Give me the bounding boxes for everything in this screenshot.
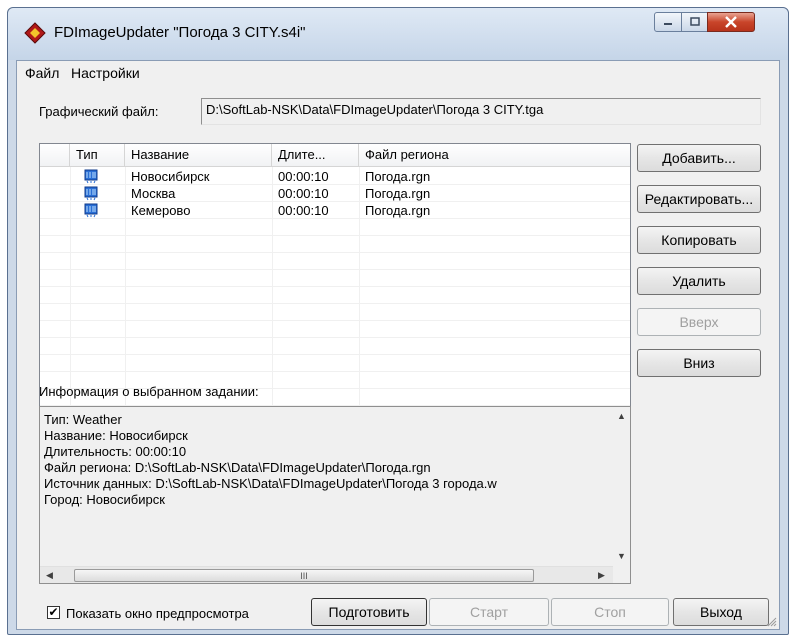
column-header-duration[interactable]: Длите... <box>272 144 359 167</box>
menu-settings[interactable]: Настройки <box>65 64 146 82</box>
info-line-data-source: Источник данных: D:\SoftLab-NSK\Data\FDI… <box>44 476 497 491</box>
add-button[interactable]: Добавить... <box>637 144 761 172</box>
app-diamond-icon <box>24 22 46 44</box>
column-header-type[interactable]: Тип <box>70 144 125 167</box>
weather-icon <box>84 203 98 218</box>
graphic-file-label: Графический файл: <box>39 104 159 119</box>
resize-grip-icon[interactable] <box>767 617 777 627</box>
task-info-textbox[interactable]: Тип: Weather Название: Новосибирск Длите… <box>39 406 631 584</box>
table-row[interactable]: Москва 00:00:10 Погода.rgn <box>40 185 630 202</box>
move-up-button[interactable]: Вверх <box>637 308 761 336</box>
weather-icon <box>84 169 98 184</box>
delete-button[interactable]: Удалить <box>637 267 761 295</box>
close-icon <box>725 16 737 28</box>
table-row[interactable]: Новосибирск 00:00:10 Погода.rgn <box>40 168 630 185</box>
title-bar[interactable]: FDImageUpdater "Погода 3 CITY.s4i" <box>8 8 788 60</box>
info-line-name: Название: Новосибирск <box>44 428 188 443</box>
scroll-right-arrow-icon[interactable]: ▶ <box>598 570 605 581</box>
row-region-file: Погода.rgn <box>365 203 431 218</box>
stop-button[interactable]: Стоп <box>551 598 669 626</box>
move-down-button[interactable]: Вниз <box>637 349 761 377</box>
row-duration: 00:00:10 <box>278 203 329 218</box>
row-region-file: Погода.rgn <box>365 169 431 184</box>
row-name: Кемерово <box>131 203 191 218</box>
table-row[interactable]: Кемерово 00:00:10 Погода.rgn <box>40 202 630 219</box>
edit-button[interactable]: Редактировать... <box>637 185 761 213</box>
exit-button[interactable]: Выход <box>673 598 769 626</box>
row-duration: 00:00:10 <box>278 169 329 184</box>
minimize-icon <box>664 23 672 25</box>
copy-button[interactable]: Копировать <box>637 226 761 254</box>
horizontal-scroll-thumb[interactable]: III <box>74 569 534 582</box>
app-window: FDImageUpdater "Погода 3 CITY.s4i" Файл … <box>7 7 789 635</box>
info-line-type: Тип: Weather <box>44 412 122 427</box>
prepare-button[interactable]: Подготовить <box>311 598 427 626</box>
row-name: Москва <box>131 186 176 201</box>
preview-checkbox[interactable]: ✔ <box>47 606 60 619</box>
weather-icon <box>84 186 98 201</box>
row-duration: 00:00:10 <box>278 186 329 201</box>
start-button[interactable]: Старт <box>429 598 549 626</box>
column-header-name[interactable]: Название <box>125 144 272 167</box>
window-title: FDImageUpdater "Погода 3 CITY.s4i" <box>54 24 306 41</box>
task-list-header: Тип Название Длите... Файл региона <box>40 144 630 167</box>
info-line-duration: Длительность: 00:00:10 <box>44 444 187 459</box>
horizontal-scrollbar[interactable]: ◀ III ▶ <box>40 566 615 583</box>
client-area: Файл Настройки Графический файл: D:\Soft… <box>16 60 780 630</box>
close-button[interactable] <box>707 12 755 32</box>
menu-file[interactable]: Файл <box>19 64 65 82</box>
row-name: Новосибирск <box>131 169 210 184</box>
scroll-down-arrow-icon[interactable]: ▼ <box>617 551 626 561</box>
scroll-left-arrow-icon[interactable]: ◀ <box>46 570 53 581</box>
maximize-icon <box>689 17 700 26</box>
minimize-button[interactable] <box>654 12 682 32</box>
scroll-corner <box>613 566 630 583</box>
info-line-region-file: Файл региона: D:\SoftLab-NSK\Data\FDImag… <box>44 460 431 475</box>
preview-checkbox-label[interactable]: Показать окно предпросмотра <box>66 606 249 621</box>
row-region-file: Погода.rgn <box>365 186 431 201</box>
scroll-up-arrow-icon[interactable]: ▲ <box>617 411 626 421</box>
column-header-blank <box>40 144 70 167</box>
info-label: Информация о выбранном задании: <box>39 384 259 399</box>
menu-bar: Файл Настройки <box>17 61 779 85</box>
column-header-region-file[interactable]: Файл региона <box>359 144 630 167</box>
info-line-city: Город: Новосибирск <box>44 492 165 507</box>
maximize-button[interactable] <box>681 12 708 32</box>
vertical-scrollbar[interactable]: ▲ ▼ <box>613 407 630 567</box>
graphic-file-field[interactable]: D:\SoftLab-NSK\Data\FDImageUpdater\Погод… <box>201 98 761 125</box>
